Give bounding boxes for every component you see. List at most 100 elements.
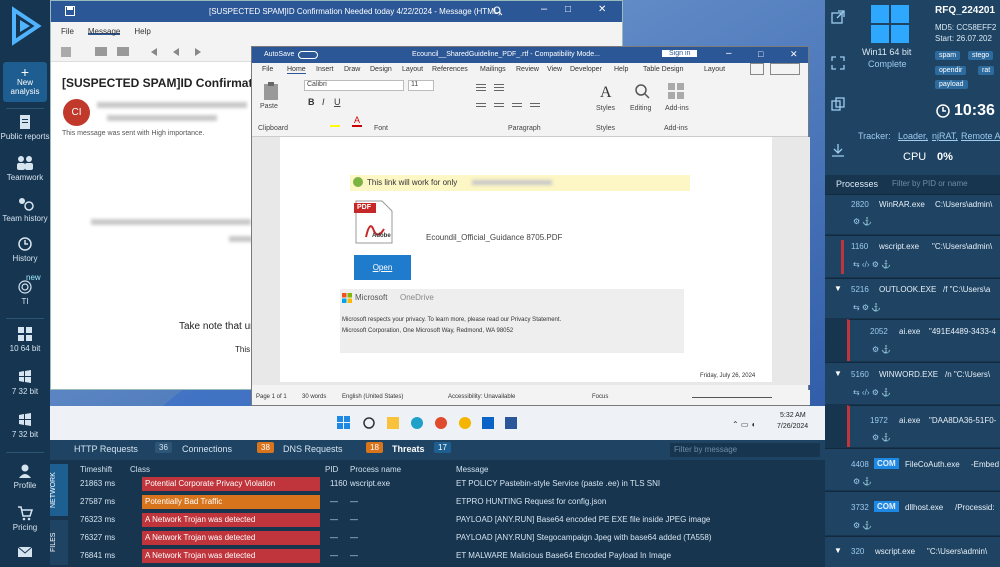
tab-http[interactable]: HTTP Requests (74, 444, 138, 454)
tag-stego[interactable]: stego (968, 51, 994, 60)
comments-icon[interactable] (750, 63, 764, 75)
minimize-icon[interactable]: – (541, 3, 547, 15)
outlook-titlebar[interactable]: [SUSPECTED SPAM]ID Confirmation Needed t… (51, 1, 622, 22)
maximize-icon[interactable]: □ (758, 49, 763, 59)
nav-pricing[interactable]: Pricing (0, 505, 50, 532)
process-filter-input[interactable]: Filter by PID or name (889, 177, 999, 191)
tab-threats[interactable]: Threats (392, 444, 425, 454)
external-link-icon[interactable] (831, 10, 845, 24)
collapse-icon[interactable]: ▼ (834, 546, 842, 555)
editing-icon[interactable] (632, 81, 652, 101)
font-size-select[interactable]: 11 (408, 80, 434, 91)
threat-row[interactable]: 76841 ms A Network Trojan was detected —… (68, 548, 825, 565)
editing-button[interactable]: Editing (630, 105, 651, 112)
col-class[interactable]: Class (130, 465, 150, 474)
word-window[interactable]: AutoSave Ecouncil__SharedGuideline_PDF_.… (251, 46, 810, 406)
tracker-remote[interactable]: Remote A (961, 131, 1000, 141)
nav-public-reports[interactable]: Public reports (0, 114, 50, 141)
nav-history[interactable]: History (0, 236, 50, 263)
autosave-toggle[interactable] (298, 51, 318, 59)
status-focus[interactable]: Focus (592, 394, 608, 400)
menu-help[interactable]: Help (614, 66, 628, 73)
anyrun-logo-icon[interactable] (6, 6, 44, 46)
side-tab-files[interactable]: FILES (50, 520, 68, 565)
menu-home[interactable]: Home (287, 66, 306, 74)
tracker-loader[interactable]: Loader, (898, 131, 928, 141)
col-pid[interactable]: PID (325, 465, 338, 474)
menu-layout[interactable]: Layout (402, 66, 423, 73)
process-row[interactable]: 1160 wscript.exe "C:\Users\admin\ ⇆ ‹/› … (825, 235, 1000, 277)
addins-icon[interactable] (666, 81, 686, 101)
menu-insert[interactable]: Insert (316, 66, 334, 73)
process-row[interactable]: ▼ 5216 OUTLOOK.EXE /f "C:\Users\a ⇆ ⚙ ⚓ (825, 278, 1000, 318)
tag-spam[interactable]: spam (935, 51, 961, 60)
menu-message[interactable]: Message (87, 27, 121, 36)
copy-icon[interactable] (831, 97, 845, 111)
threat-row[interactable]: 76323 ms A Network Trojan was detected —… (68, 512, 825, 529)
zoom-slider[interactable] (692, 397, 772, 398)
process-row[interactable]: ▼ 320 wscript.exe "C:\Users\admin\ (825, 536, 1000, 567)
threat-row[interactable]: 27587 ms Potentially Bad Traffic — — ETP… (68, 494, 825, 511)
nav-team-history[interactable]: Team history (0, 196, 50, 223)
process-row[interactable]: 2052 ai.exe "491E4489-3433-4 ⚙ ⚓ (847, 319, 1000, 361)
tag-rat[interactable]: rat (978, 66, 995, 75)
nav-win10[interactable]: 10 64 bit (0, 326, 50, 353)
document-area[interactable]: This link will work for only PDF Adobe E… (252, 137, 810, 385)
save-icon[interactable] (65, 6, 75, 16)
search-icon[interactable] (493, 6, 503, 16)
paragraph-icons[interactable] (474, 81, 584, 121)
nav-ti[interactable]: TI (0, 279, 50, 306)
menu-help[interactable]: Help (134, 27, 150, 36)
menu-mailings[interactable]: Mailings (480, 66, 506, 73)
process-row[interactable]: 1972 ai.exe "DAA8DA36-51F0- ⚙ ⚓ (847, 405, 1000, 447)
close-icon[interactable]: ✕ (790, 49, 798, 60)
col-timeshift[interactable]: Timeshift (80, 465, 112, 474)
download-icon[interactable] (831, 143, 845, 157)
tag-payload[interactable]: payload (935, 80, 968, 89)
menu-design[interactable]: Design (370, 66, 392, 73)
menu-references[interactable]: References (432, 66, 468, 73)
threat-filter-input[interactable]: Filter by message (670, 443, 820, 457)
menu-draw[interactable]: Draw (344, 66, 360, 73)
nav-teamwork[interactable]: Teamwork (0, 155, 50, 182)
toolbar-icons[interactable] (51, 40, 251, 62)
nav-profile[interactable]: Profile (0, 463, 50, 490)
menu-table-design[interactable]: Table Design (643, 66, 683, 73)
menu-file[interactable]: File (262, 66, 273, 73)
editing-mode-button[interactable] (770, 63, 800, 75)
word-titlebar[interactable]: AutoSave Ecouncil__SharedGuideline_PDF_.… (252, 47, 808, 63)
tray-icons[interactable]: ⌃ ▭ ◖ (732, 420, 756, 429)
clipboard-icon[interactable] (262, 81, 280, 101)
nav-win7-b[interactable]: 7 32 bit (0, 412, 50, 439)
fullscreen-icon[interactable] (831, 56, 845, 70)
side-tab-network[interactable]: NETWORK (50, 464, 68, 516)
nav-mail[interactable] (0, 546, 50, 560)
addins-button[interactable]: Add-ins (665, 105, 689, 112)
styles-button[interactable]: Styles (596, 105, 615, 112)
font-select[interactable]: Calibri (304, 80, 404, 91)
minimize-icon[interactable]: – (726, 48, 732, 59)
taskbar-icons[interactable] (335, 413, 545, 433)
threat-row[interactable]: 21863 ms Potential Corporate Privacy Vio… (68, 476, 825, 493)
tab-dns[interactable]: DNS Requests (283, 444, 343, 454)
menu-review[interactable]: Review (516, 66, 539, 73)
nav-win7-a[interactable]: 7 32 bit (0, 369, 50, 396)
vm-screen[interactable]: [SUSPECTED SPAM]ID Confirmation Needed t… (50, 0, 825, 440)
signin-button[interactable]: Sign in (662, 50, 698, 57)
process-row[interactable]: 2820 WinRAR.exe C:\Users\admin\ ⚙ ⚓ (825, 194, 1000, 234)
tracker-njrat[interactable]: njRAT, (932, 131, 958, 141)
collapse-icon[interactable]: ▼ (834, 284, 842, 293)
menu-developer[interactable]: Developer (570, 66, 602, 73)
close-icon[interactable]: ✕ (598, 4, 606, 15)
tab-connections[interactable]: Connections (182, 444, 232, 454)
tag-opendir[interactable]: opendir (935, 66, 967, 75)
styles-icon[interactable]: A (597, 81, 617, 101)
collapse-icon[interactable]: ▼ (834, 369, 842, 378)
process-row[interactable]: 3732 COM dllhost.exe /Processid: ⚙ ⚓ (825, 491, 1000, 535)
process-row[interactable]: ▼ 5160 WINWORD.EXE /n "C:\Users\ ⇆ ‹/› ⚙… (825, 362, 1000, 404)
maximize-icon[interactable]: □ (565, 4, 571, 15)
menu-file[interactable]: File (61, 27, 74, 36)
document-page[interactable]: This link will work for only PDF Adobe E… (280, 137, 772, 382)
col-message[interactable]: Message (456, 465, 488, 474)
menu-table-layout[interactable]: Layout (704, 66, 725, 73)
